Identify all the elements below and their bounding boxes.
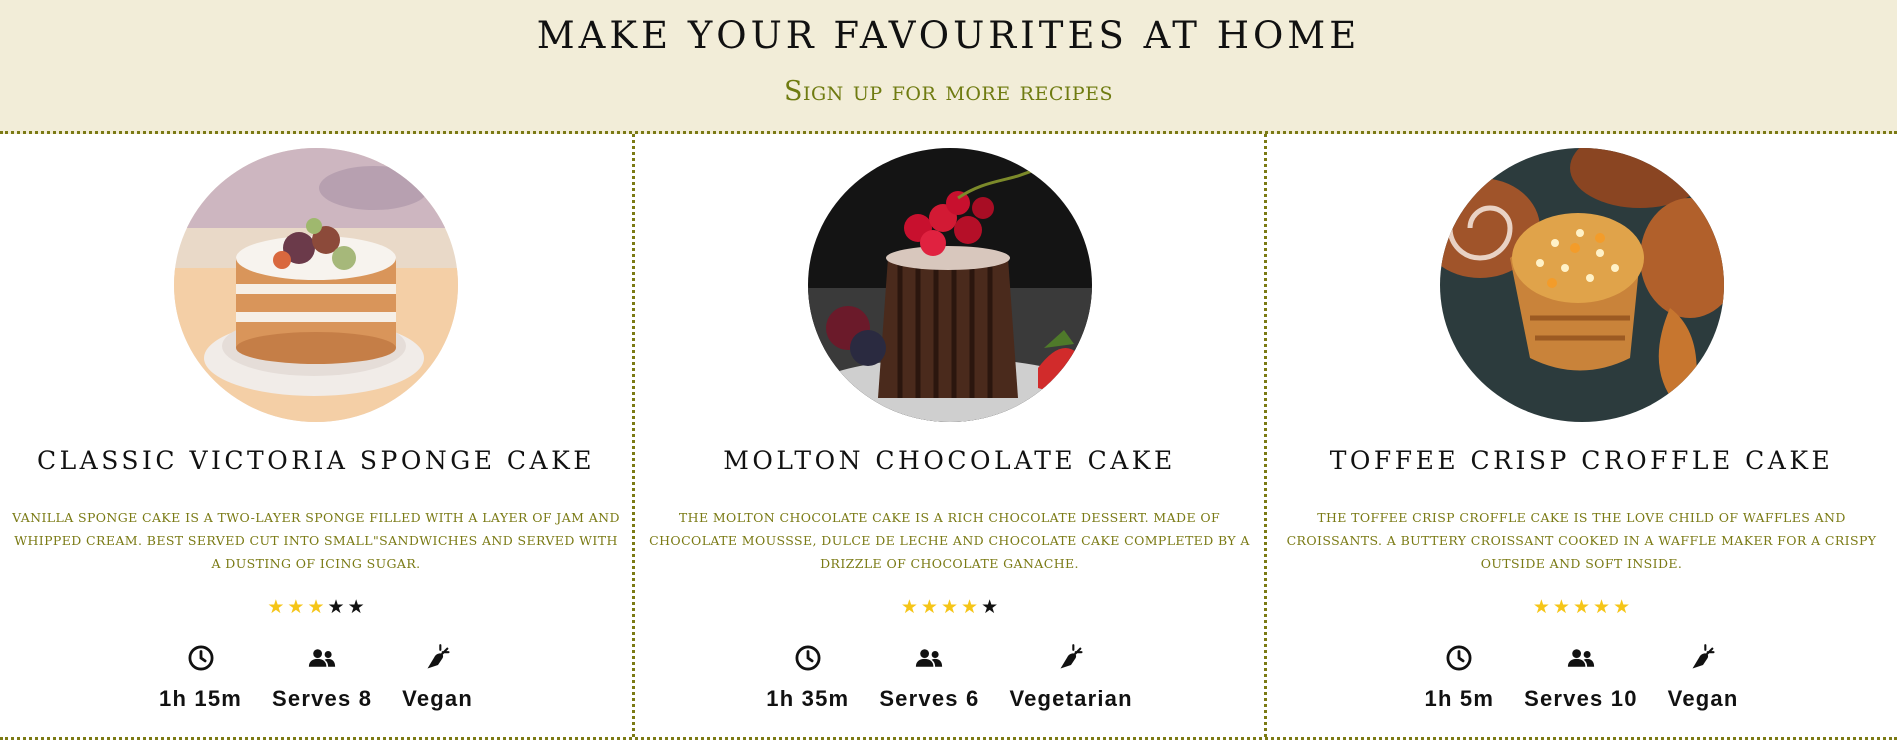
diet-label: Vegetarian [1009, 686, 1133, 711]
recipe-card[interactable]: MOLTON CHOCOLATE CAKE The molton chocola… [632, 134, 1264, 737]
molton-chocolate-cake-photo[interactable] [807, 148, 1092, 422]
clock-icon [792, 642, 824, 674]
recipe-description: Vanilla sponge cake is a two-layer spong… [12, 510, 620, 571]
star-icon: ★ [940, 596, 959, 618]
diet-label: Vegan [1667, 686, 1739, 711]
star-rating: ★ ★ ★ ★ ★ [635, 596, 1264, 618]
prep-time: 1h 15m [159, 642, 242, 712]
star-icon: ★ [981, 596, 999, 618]
page-title: MAKE YOUR FAVOURITES AT HOME [536, 14, 1361, 57]
star-icon: ★ [961, 596, 979, 618]
star-icon: ★ [287, 596, 305, 618]
users-icon [1565, 642, 1597, 674]
star-icon: ★ [1593, 596, 1611, 618]
victoria-sponge-cake-photo[interactable] [174, 148, 458, 422]
carrot-icon [1687, 642, 1719, 674]
star-icon: ★ [1572, 596, 1591, 618]
servings: Serves 6 [879, 642, 979, 712]
star-icon: ★ [327, 596, 345, 618]
star-icon: ★ [267, 596, 285, 618]
diet: Vegetarian [1009, 642, 1132, 712]
recipe-description: The toffee crisp croffle cake is the lov… [1286, 510, 1877, 571]
users-icon [306, 642, 338, 674]
star-icon: ★ [1552, 596, 1570, 618]
star-rating: ★ ★ ★ ★ ★ [0, 596, 632, 618]
time-label: 1h 35m [766, 686, 850, 711]
servings: Serves 8 [272, 642, 372, 712]
carrot-icon [1055, 642, 1087, 674]
prep-time: 1h 5m [1425, 642, 1495, 712]
recipe-meta: 1h 15m Serves 8 Vegan [0, 642, 632, 712]
servings: Serves 10 [1524, 642, 1638, 712]
diet: Vegan [402, 642, 473, 712]
star-icon: ★ [1532, 596, 1550, 618]
star-icon: ★ [1613, 596, 1631, 618]
recipe-title: MOLTON CHOCOLATE CAKE [723, 446, 1176, 475]
recipe-meta: 1h 5m Serves 10 Vegan [1267, 642, 1896, 712]
star-icon: ★ [347, 596, 365, 618]
recipe-title: CLASSIC VICTORIA SPONGE CAKE [36, 446, 596, 475]
clock-icon [1443, 642, 1475, 674]
recipe-description: The molton chocolate cake is a rich choc… [649, 510, 1250, 571]
carrot-icon [422, 642, 454, 674]
time-label: 1h 5m [1424, 686, 1495, 711]
time-label: 1h 15m [159, 686, 243, 711]
clock-icon [185, 642, 217, 674]
servings-label: Serves 10 [1524, 686, 1638, 711]
recipe-title: TOFFEE CRISP CROFFLE CAKE [1329, 446, 1834, 475]
servings-label: Serves 6 [879, 686, 980, 711]
servings-label: Serves 8 [272, 686, 373, 711]
diet-label: Vegan [402, 686, 473, 711]
toffee-croffle-photo[interactable] [1439, 148, 1724, 422]
hero-banner: MAKE YOUR FAVOURITES AT HOME Sign up for… [0, 0, 1897, 134]
star-icon: ★ [900, 596, 918, 618]
star-icon: ★ [307, 596, 325, 618]
users-icon [913, 642, 945, 674]
recipe-cards: CLASSIC VICTORIA SPONGE CAKE Vanilla spo… [0, 134, 1897, 740]
diet: Vegan [1668, 642, 1739, 712]
star-icon: ★ [920, 596, 938, 618]
recipe-meta: 1h 35m Serves 6 Vegetarian [635, 642, 1264, 712]
recipe-card[interactable]: TOFFEE CRISP CROFFLE CAKE The toffee cri… [1264, 134, 1896, 737]
signup-link[interactable]: Sign up for more recipes [0, 76, 1897, 107]
star-rating: ★ ★ ★ ★ ★ [1267, 596, 1896, 618]
prep-time: 1h 35m [766, 642, 849, 712]
recipe-card[interactable]: CLASSIC VICTORIA SPONGE CAKE Vanilla spo… [0, 134, 632, 737]
